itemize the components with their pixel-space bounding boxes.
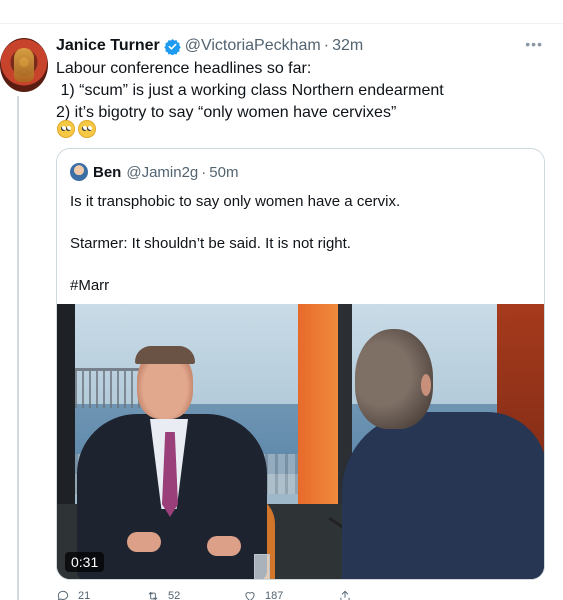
video-pier bbox=[75, 368, 145, 408]
reply-icon bbox=[57, 590, 69, 600]
share-button[interactable] bbox=[338, 589, 352, 600]
author-handle[interactable]: @VictoriaPeckham bbox=[185, 37, 321, 55]
retweet-button[interactable]: 52 bbox=[146, 589, 180, 600]
water-glass bbox=[254, 554, 270, 579]
separator-dot: · bbox=[323, 37, 330, 54]
quoted-author-name: Ben bbox=[93, 163, 122, 181]
heart-icon bbox=[245, 592, 255, 600]
like-count: 187 bbox=[265, 590, 284, 600]
verified-badge-icon bbox=[164, 38, 181, 55]
reply-button[interactable]: 21 bbox=[56, 589, 90, 600]
rolling-eyes-emoji-icon bbox=[57, 120, 75, 138]
quoted-tweet[interactable]: Ben @Jamin2g · 50m Is it transphobic to … bbox=[56, 148, 545, 580]
separator-dot: · bbox=[201, 163, 207, 181]
quoted-author-handle: @Jamin2g bbox=[126, 163, 199, 181]
video-player[interactable]: 0:31 bbox=[57, 304, 544, 579]
tweet-actions: 21 52 187 bbox=[56, 589, 396, 600]
retweet-count: 52 bbox=[168, 590, 181, 600]
quoted-hashtag: #Marr bbox=[70, 277, 110, 294]
thread-line bbox=[17, 96, 19, 600]
share-icon bbox=[340, 590, 350, 600]
quoted-timestamp: 50m bbox=[209, 163, 239, 181]
quoted-paragraph: Starmer: It shouldn’t be said. It is not… bbox=[70, 235, 351, 252]
tweet-text: Labour conference headlines so far: 1) “… bbox=[56, 60, 444, 121]
tweet-header: Janice Turner @VictoriaPeckham · 32m bbox=[56, 36, 363, 56]
quoted-tweet-text: Is it transphobic to say only women have… bbox=[70, 191, 530, 317]
guest-figure bbox=[342, 412, 544, 579]
retweet-icon bbox=[148, 591, 158, 600]
presenter-hand bbox=[207, 536, 241, 556]
author-name[interactable]: Janice Turner bbox=[56, 37, 160, 55]
reply-count: 21 bbox=[78, 590, 91, 600]
tweet-timestamp[interactable]: 32m bbox=[332, 37, 363, 55]
quoted-tweet-header: Ben @Jamin2g · 50m bbox=[70, 163, 238, 181]
guest-ear bbox=[421, 374, 431, 396]
presenter-hand bbox=[127, 532, 161, 552]
author-avatar[interactable] bbox=[0, 38, 48, 92]
quoted-paragraph: Is it transphobic to say only women have… bbox=[70, 193, 401, 210]
presenter-hair bbox=[135, 346, 195, 364]
rolling-eyes-emoji-icon bbox=[78, 120, 96, 138]
like-button[interactable]: 187 bbox=[243, 589, 283, 600]
top-divider bbox=[0, 23, 563, 24]
quoted-author-avatar bbox=[70, 163, 88, 181]
more-options-icon[interactable]: ••• bbox=[525, 36, 543, 52]
video-duration-badge: 0:31 bbox=[65, 552, 105, 572]
emoji-row bbox=[57, 120, 96, 138]
